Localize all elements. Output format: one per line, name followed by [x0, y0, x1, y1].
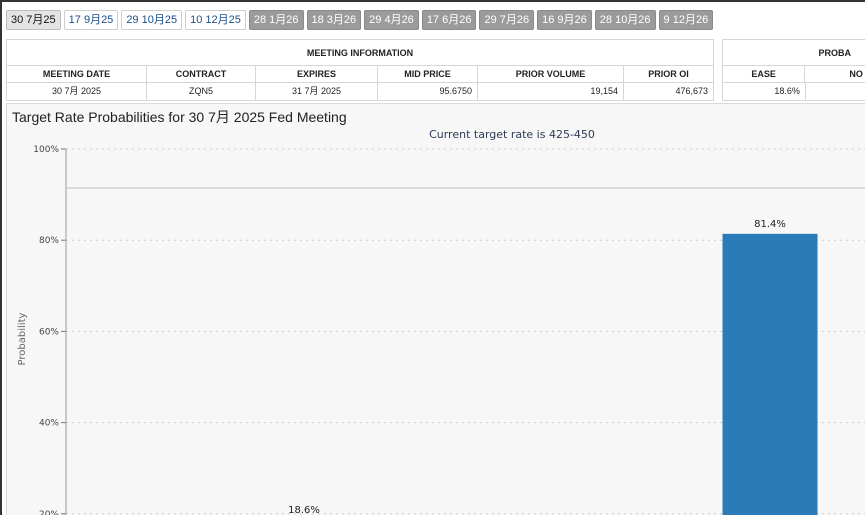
y-tick-label-3: 40%	[39, 419, 59, 429]
y-tick-label-1: 80%	[39, 236, 59, 246]
y-tick-label-4: 20%	[39, 510, 59, 515]
bar-1	[722, 233, 818, 515]
bar-data-label-1: 81.4%	[754, 219, 786, 230]
y-tick-label-0: 100%	[33, 145, 59, 155]
chart-subtitle: Current target rate is 425-450	[429, 128, 595, 141]
y-axis-label: Probability	[17, 312, 28, 365]
bar-data-label-0: 18.6%	[288, 505, 320, 515]
app-frame: 30 7月25 17 9月25 29 10月25 10 12月25 28 1月26 18 …	[0, 0, 865, 515]
target-rate-bar-chart: Current target rate is 425-450 100% 80% 60%…	[17, 128, 865, 515]
y-tick-label-2: 60%	[39, 327, 59, 337]
